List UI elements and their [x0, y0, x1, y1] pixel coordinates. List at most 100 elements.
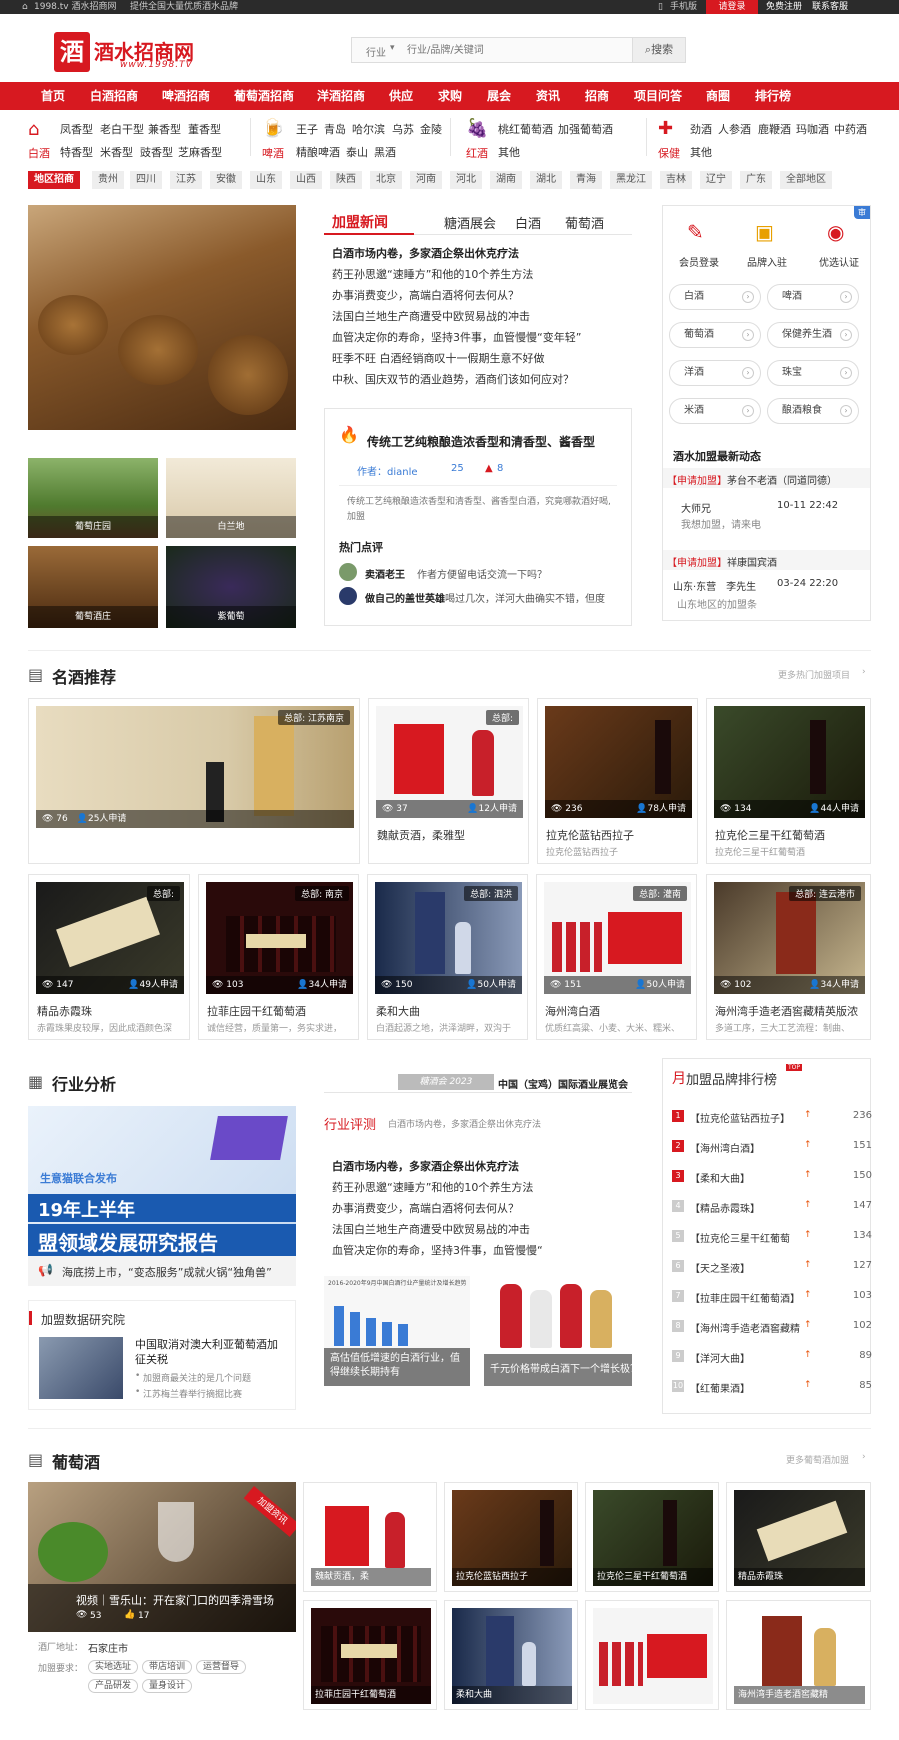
report-banner[interactable]: 生意猫联合发布 19年上半年 盟领域发展研究报告: [28, 1106, 296, 1256]
hero-barrel-image[interactable]: [28, 205, 296, 430]
region-item[interactable]: 安徽: [210, 171, 242, 189]
category-pill[interactable]: 保健养生酒 ›: [767, 322, 859, 348]
news-item[interactable]: 办事消费变少，高端白酒将何去何从？: [332, 1200, 519, 1216]
rank-brand[interactable]: 【洋河大曲】: [690, 1350, 750, 1365]
product-card[interactable]: 总部: 👁 147 👤49人申请 精品赤霞珠 赤霞珠果皮较厚，因此成酒颜色深: [28, 874, 190, 1040]
category-pill[interactable]: 洋酒 ›: [669, 360, 761, 386]
thumb-image[interactable]: 葡萄庄园: [28, 458, 158, 538]
nav-item[interactable]: 白酒招商: [90, 82, 138, 110]
card-title[interactable]: 柔和大曲: [376, 1003, 523, 1019]
login-button[interactable]: 请登录: [706, 0, 758, 14]
rank-brand[interactable]: 【拉克伦蓝钻西拉子】: [690, 1110, 790, 1125]
wine-image[interactable]: 拉克伦三星干红葡萄酒: [593, 1490, 713, 1586]
apply-brand[interactable]: 祥康国宾酒: [727, 554, 777, 569]
card-title[interactable]: 魏献贡酒，柔雅型: [377, 827, 524, 843]
product-card[interactable]: 👁 134 👤44人申请 拉克伦三星干红葡萄酒 拉克伦三星干红葡萄酒: [706, 698, 871, 864]
region-item[interactable]: 北京: [370, 171, 402, 189]
cat-label[interactable]: 保健: [658, 145, 680, 161]
wine-image[interactable]: 柔和大曲: [452, 1608, 572, 1704]
feature-title[interactable]: 传统工艺纯粮酿造浓香型和清香型、酱香型: [367, 433, 595, 450]
chevron-right-icon[interactable]: ›: [862, 1452, 866, 1462]
thumb-image[interactable]: 白兰地: [166, 458, 296, 538]
cat-item[interactable]: 乌苏: [392, 121, 414, 137]
product-card[interactable]: 总部: 南京 👁 103 👤34人申请 拉菲庄园干红葡萄酒 诚信经营，质量第一，务…: [198, 874, 359, 1040]
more-link[interactable]: 更多热门加盟项目: [778, 668, 850, 681]
ranking-row[interactable]: 2 【海州湾白酒】 ↑ 151: [672, 1138, 872, 1156]
card-title[interactable]: 精品赤霞珠: [37, 1003, 185, 1019]
requirement-tag[interactable]: 量身设计: [142, 1679, 193, 1693]
chart-thumbnail[interactable]: 2016-2020年9月中国白酒行业产量统计及增长趋势 高估值低增速的白酒行业，…: [324, 1276, 470, 1386]
ranking-row[interactable]: 6 【天之圣液】 ↑ 127: [672, 1258, 872, 1276]
product-image[interactable]: 总部: 南京 👁 103 👤34人申请: [206, 882, 353, 994]
ranking-row[interactable]: 7 【拉菲庄园干红葡萄酒】 ↑ 103: [672, 1288, 872, 1306]
comment-user[interactable]: 卖酒老王: [365, 566, 405, 581]
cat-label[interactable]: 白酒: [28, 145, 50, 161]
wine-card[interactable]: [585, 1600, 719, 1710]
nav-item[interactable]: 展会: [487, 82, 511, 110]
search-scope[interactable]: 行业: [366, 44, 386, 59]
category-pill[interactable]: 啤酒 ›: [767, 284, 859, 310]
ranking-row[interactable]: 3 【柔和大曲】 ↑ 150: [672, 1168, 872, 1186]
mobile-link[interactable]: 手机版: [670, 0, 697, 14]
cat-item[interactable]: 其他: [498, 144, 520, 160]
cat-item[interactable]: 泰山: [346, 144, 368, 160]
cat-item[interactable]: 哈尔滨: [352, 121, 385, 137]
cat-item[interactable]: 玛咖酒: [796, 121, 829, 137]
verified-link[interactable]: 优选认证: [819, 254, 859, 269]
cat-item[interactable]: 黑酒: [374, 144, 396, 160]
category-pill[interactable]: 酿酒粮食 ›: [767, 398, 859, 424]
cat-item[interactable]: 桃红葡萄酒: [498, 121, 553, 137]
news-item[interactable]: 药王孙思邈“速睡方”和他的10个养生方法: [332, 1179, 533, 1195]
product-image[interactable]: 总部: 灌南 👁 151 👤50人申请: [544, 882, 691, 994]
cat-item[interactable]: 特香型: [60, 144, 93, 160]
product-image[interactable]: 总部: 👁 147 👤49人申请: [36, 882, 184, 994]
cat-item[interactable]: 中药酒: [834, 121, 867, 137]
review-sub[interactable]: 白酒市场内卷，多家酒企祭出休克疗法: [388, 1117, 541, 1130]
wine-card[interactable]: 拉菲庄园干红葡萄酒: [303, 1600, 437, 1710]
region-item[interactable]: 广东: [740, 171, 772, 189]
rank-brand[interactable]: 【海州湾白酒】: [690, 1140, 760, 1155]
region-item[interactable]: 贵州: [92, 171, 124, 189]
wine-image[interactable]: 拉克伦蓝钻西拉子: [452, 1490, 572, 1586]
region-item[interactable]: 辽宁: [700, 171, 732, 189]
grape-feature-image[interactable]: 加盟资讯 视频｜雪乐山：开在家门口的四季滑雪场 👁 53 👍 17: [28, 1482, 296, 1632]
member-login-icon[interactable]: ✎: [687, 220, 704, 244]
region-item[interactable]: 湖南: [490, 171, 522, 189]
rank-brand[interactable]: 【拉克伦三星干红葡萄: [690, 1230, 790, 1245]
member-login-link[interactable]: 会员登录: [679, 254, 719, 269]
cat-item[interactable]: 米香型: [100, 144, 133, 160]
contact-link[interactable]: 联系客服: [812, 0, 848, 14]
rank-brand[interactable]: 【红葡果酒】: [690, 1380, 750, 1395]
wine-card[interactable]: 海州湾手造老酒窖藏精: [726, 1600, 871, 1710]
region-item[interactable]: 湖北: [530, 171, 562, 189]
region-item[interactable]: 陕西: [330, 171, 362, 189]
nav-item[interactable]: 葡萄酒招商: [234, 82, 294, 110]
bottles-thumbnail[interactable]: 千元价格带成白酒下一个增长极？: [484, 1276, 632, 1386]
news-item[interactable]: 中秋、国庆双节的酒业趋势，酒商们该如何应对？: [332, 371, 574, 387]
card-title[interactable]: 拉菲庄园干红葡萄酒: [207, 1003, 354, 1019]
card-title[interactable]: 海州湾手造老酒窖藏精英版浓: [715, 1003, 866, 1019]
logo-icon[interactable]: 酒: [54, 32, 90, 72]
feature-video-title[interactable]: 视频｜雪乐山：开在家门口的四季滑雪场: [76, 1592, 274, 1608]
nav-item[interactable]: 啤酒招商: [162, 82, 210, 110]
news-item[interactable]: 法国白兰地生产商遭受中欧贸易战的冲击: [332, 308, 530, 324]
ranking-row[interactable]: 10 【红葡果酒】 ↑ 85: [672, 1378, 872, 1396]
news-item[interactable]: 办事消费变少，高端白酒将何去何从？: [332, 287, 519, 303]
ranking-row[interactable]: 4 【精品赤霞珠】 ↑ 147: [672, 1198, 872, 1216]
chevron-down-icon[interactable]: ▾: [390, 43, 395, 53]
product-card[interactable]: 总部: 灌南 👁 151 👤50人申请 海州湾白酒 优质红高粱、小麦、大米、糯米、: [536, 874, 697, 1040]
news-item[interactable]: 白酒市场内卷，多家酒企祭出休克疗法: [332, 1158, 519, 1174]
news-item[interactable]: 旺季不旺 白酒经销商叹十一假期生意不好做: [332, 350, 545, 366]
tab-wine[interactable]: 葡萄酒: [565, 213, 604, 232]
comment-user[interactable]: 做自己的盖世英雄: [365, 590, 445, 605]
rank-brand[interactable]: 【拉菲庄园干红葡萄酒】: [690, 1290, 800, 1305]
cat-item[interactable]: 豉香型: [140, 144, 173, 160]
cat-label[interactable]: 红酒: [466, 145, 488, 161]
region-item[interactable]: 吉林: [660, 171, 692, 189]
verified-icon[interactable]: ◉: [827, 220, 844, 244]
ranking-row[interactable]: 1 【拉克伦蓝钻西拉子】 ↑ 236: [672, 1108, 872, 1126]
requirement-tag[interactable]: 带店培训: [142, 1660, 193, 1674]
nav-item[interactable]: 招商: [585, 82, 609, 110]
nav-item[interactable]: 求购: [438, 82, 462, 110]
wine-card[interactable]: 拉克伦三星干红葡萄酒: [585, 1482, 719, 1592]
